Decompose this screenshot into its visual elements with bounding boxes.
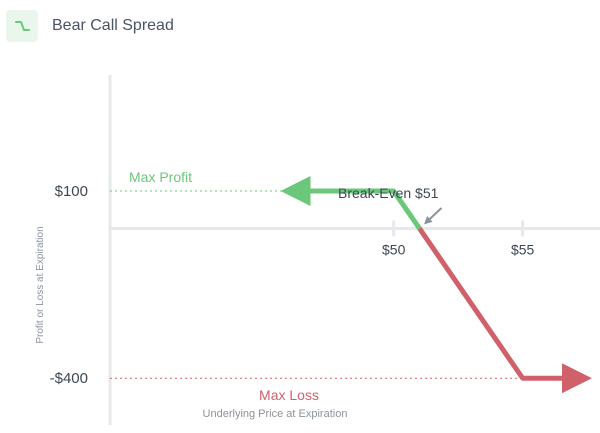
payoff-chart: $50 $55 $100 -$400 Max Profit Max Loss Break-E…: [35, 75, 600, 425]
y-axis-title: Profit or Loss at Expiration: [35, 226, 46, 343]
x-tick-label: $55: [511, 241, 535, 257]
y-tick-label: -$400: [50, 370, 88, 387]
loss-line: [417, 227, 592, 394]
break-even-label: Break-Even $51: [338, 185, 439, 201]
break-even-pointer: [424, 207, 443, 225]
x-axis-title: Underlying Price at Expiration: [203, 408, 348, 420]
max-profit-label: Max Profit: [129, 169, 192, 185]
x-tick-label: $50: [382, 241, 406, 257]
max-loss-label: Max Loss: [259, 387, 319, 403]
y-tick-label: $100: [55, 183, 88, 200]
